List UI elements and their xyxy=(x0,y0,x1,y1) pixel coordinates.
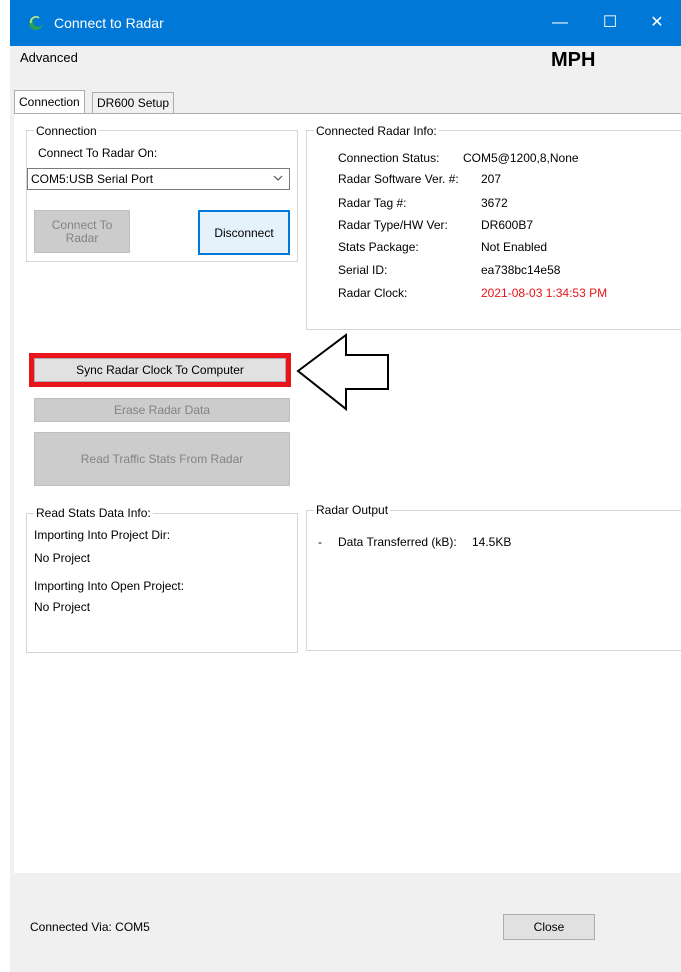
erase-data-button-label: Erase Radar Data xyxy=(113,403,211,417)
chevron-down-icon xyxy=(273,175,283,181)
data-transferred-label: Data Transferred (kB): xyxy=(338,535,457,549)
disconnect-button-label: Disconnect xyxy=(214,225,274,240)
radar-output-group xyxy=(306,510,681,651)
software-version-label: Radar Software Ver. #: xyxy=(338,172,459,186)
tab-dr600-setup-label: DR600 Setup xyxy=(97,96,170,110)
sync-clock-button[interactable]: Sync Radar Clock To Computer xyxy=(34,358,286,382)
connection-status-value: COM5@1200,8,None xyxy=(463,151,579,165)
erase-data-button[interactable]: Erase Radar Data xyxy=(34,398,290,422)
serial-id-value: ea738bc14e58 xyxy=(481,263,561,277)
menu-advanced[interactable]: Advanced xyxy=(20,50,78,65)
pointer-arrow-icon xyxy=(296,333,389,412)
minimize-icon: — xyxy=(552,14,568,31)
connect-to-radar-window: Connect to Radar — ☐ ✕ Advanced MPH Conn… xyxy=(0,0,681,972)
tab-connection-label: Connection xyxy=(19,95,80,109)
sync-clock-button-label: Sync Radar Clock To Computer xyxy=(76,363,244,377)
port-select[interactable]: COM5:USB Serial Port xyxy=(27,168,290,190)
maximize-icon: ☐ xyxy=(602,14,618,31)
radar-info-group-title: Connected Radar Info: xyxy=(314,124,439,138)
output-bullet: - xyxy=(318,535,322,549)
open-project-value: No Project xyxy=(34,600,91,614)
title-bar: Connect to Radar — ☐ ✕ xyxy=(10,0,681,46)
close-icon: ✕ xyxy=(650,14,664,31)
window-left-edge xyxy=(0,0,10,972)
units-label: MPH xyxy=(551,49,596,71)
tab-dr600-setup[interactable]: DR600 Setup xyxy=(92,92,175,113)
connection-group-title: Connection xyxy=(34,124,99,138)
radar-tag-label: Radar Tag #: xyxy=(338,196,407,210)
radar-tag-value: 3672 xyxy=(481,196,508,210)
data-transferred-value: 14.5KB xyxy=(472,535,512,549)
connect-on-label: Connect To Radar On: xyxy=(38,146,158,160)
open-project-label: Importing Into Open Project: xyxy=(34,579,185,593)
connected-via-label: Connected Via: COM5 xyxy=(30,920,150,934)
project-dir-value: No Project xyxy=(34,551,91,565)
read-stats-button-label: Read Traffic Stats From Radar xyxy=(80,452,244,466)
close-button-label: Close xyxy=(533,920,565,934)
disconnect-button[interactable]: Disconnect xyxy=(198,210,290,255)
connection-status-label: Connection Status: xyxy=(338,151,440,165)
read-stats-button[interactable]: Read Traffic Stats From Radar xyxy=(34,432,290,486)
radar-type-label: Radar Type/HW Ver: xyxy=(338,218,448,232)
serial-id-label: Serial ID: xyxy=(338,263,388,277)
window-title: Connect to Radar xyxy=(54,15,164,31)
radar-output-group-title: Radar Output xyxy=(314,503,391,517)
port-select-value: COM5:USB Serial Port xyxy=(31,172,154,186)
maximize-button[interactable]: ☐ xyxy=(588,8,632,38)
close-button[interactable]: Close xyxy=(503,914,595,940)
tab-connection[interactable]: Connection xyxy=(14,90,85,114)
software-version-value: 207 xyxy=(481,172,502,186)
app-icon xyxy=(29,16,43,30)
minimize-button[interactable]: — xyxy=(538,8,582,38)
radar-clock-value: 2021-08-03 1:34:53 PM xyxy=(481,286,608,300)
stats-info-group-title: Read Stats Data Info: xyxy=(34,506,153,520)
radar-clock-label: Radar Clock: xyxy=(338,286,408,300)
project-dir-label: Importing Into Project Dir: xyxy=(34,528,171,542)
close-window-button[interactable]: ✕ xyxy=(635,8,679,38)
connect-button[interactable]: Connect To Radar xyxy=(34,210,130,253)
stats-package-label: Stats Package: xyxy=(338,240,419,254)
radar-type-value: DR600B7 xyxy=(481,218,534,232)
connect-button-label: Connect To Radar xyxy=(51,217,113,245)
stats-package-value: Not Enabled xyxy=(481,240,548,254)
